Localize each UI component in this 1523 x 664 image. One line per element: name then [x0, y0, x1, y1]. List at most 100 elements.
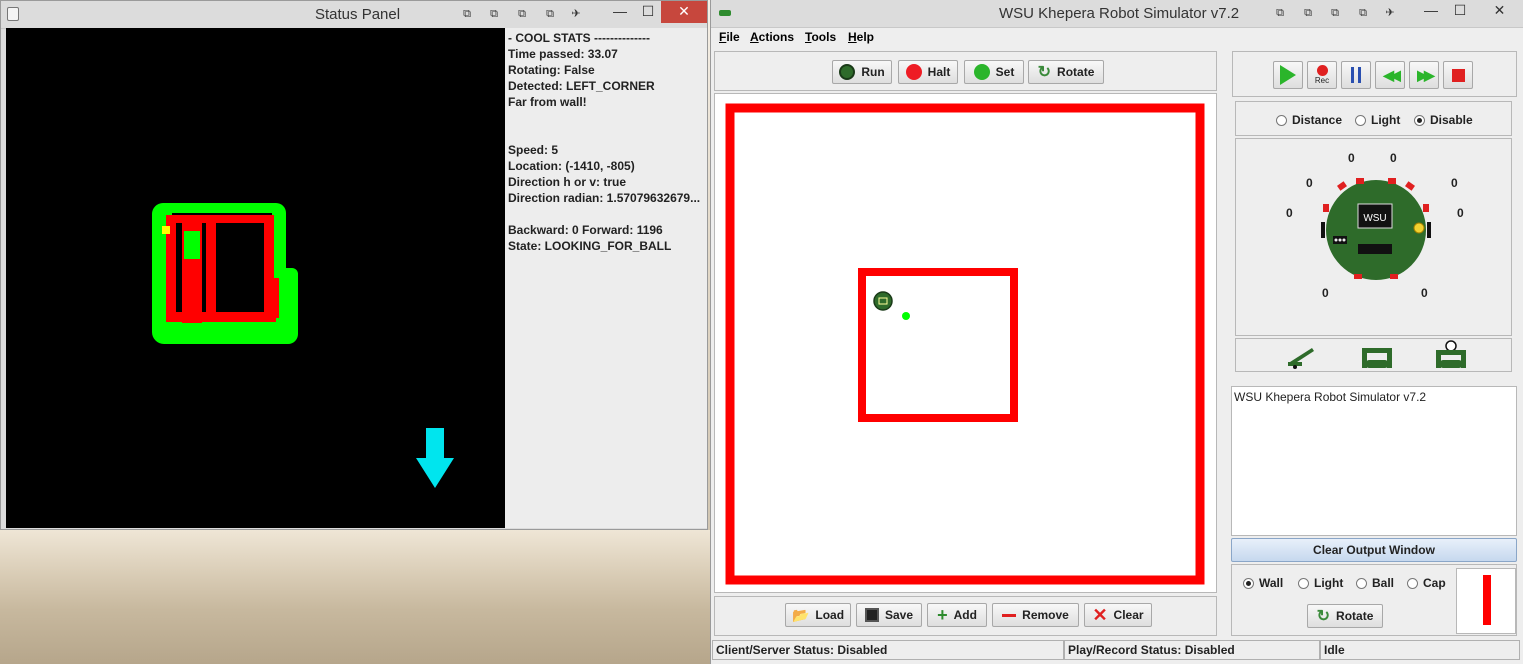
run-button[interactable]: Run — [832, 60, 892, 84]
restore-icon[interactable]: ⧉ — [460, 7, 474, 21]
stop-icon — [1451, 68, 1465, 82]
robot-position-marker — [162, 226, 170, 234]
maximize-button[interactable]: ☐ — [633, 1, 663, 23]
set-button[interactable]: Set — [964, 60, 1024, 84]
minimize-button[interactable]: — — [1416, 0, 1446, 22]
detected-wall — [206, 223, 216, 318]
menu-actions[interactable]: Actions — [750, 30, 794, 44]
load-button[interactable]: 📂 Load — [785, 603, 851, 627]
remove-button[interactable]: Remove — [992, 603, 1079, 627]
simulator-window: WSU Khepera Robot Simulator v7.2 ⧉ ⧉ ⧉ ⧉… — [710, 0, 1523, 664]
robot-icon — [839, 64, 856, 80]
minimize-button[interactable]: — — [605, 1, 635, 23]
stats-line: Direction h or v: true — [508, 175, 627, 189]
menu-tools[interactable]: Tools — [805, 30, 836, 44]
client-server-status: Client/Server Status: Disabled — [712, 640, 1064, 660]
restore-icon[interactable]: ⧉ — [1356, 6, 1370, 20]
pause-button[interactable] — [1341, 61, 1371, 89]
status-panel-title: Status Panel — [315, 6, 401, 23]
go-light-icon — [973, 64, 990, 80]
radio-dot — [1356, 577, 1367, 589]
java-app-icon — [7, 7, 19, 21]
radio-disable[interactable]: Disable — [1414, 113, 1473, 127]
sensor-value: 0 — [1286, 206, 1293, 220]
save-button[interactable]: Save — [856, 603, 922, 627]
radio-distance[interactable]: Distance — [1276, 113, 1342, 127]
stats-line: Direction radian: 1.57079632679... — [508, 191, 701, 205]
radio-wall[interactable]: Wall — [1243, 576, 1283, 590]
restore-icon[interactable]: ⧉ — [515, 7, 529, 21]
restore-icon[interactable]: ⧉ — [1301, 6, 1315, 20]
radio-dot — [1298, 577, 1309, 589]
stats-line: Time passed: 33.07 — [508, 47, 618, 61]
radio-light[interactable]: Light — [1355, 113, 1400, 127]
stats-line: Location: (-1410, -805) — [508, 159, 635, 173]
robot-label: WSU — [1363, 213, 1386, 224]
wall-preview — [1483, 575, 1491, 625]
stop-button[interactable] — [1443, 61, 1473, 89]
sensor-value: 0 — [1348, 151, 1355, 165]
stats-line: Rotating: False — [508, 63, 595, 77]
play-record-status: Play/Record Status: Disabled — [1064, 640, 1320, 660]
close-button[interactable]: ✕ — [661, 1, 707, 23]
record-button[interactable]: Rec — [1307, 61, 1337, 89]
sensor-value: 0 — [1306, 176, 1313, 190]
pause-icon — [1351, 67, 1361, 83]
gripper-open-icon[interactable] — [1360, 342, 1394, 370]
stats-line: Detected: LEFT_CORNER — [508, 79, 655, 93]
fast-forward-button[interactable]: ▶▶ — [1409, 61, 1439, 89]
fast-forward-icon: ▶▶ — [1417, 66, 1434, 83]
simulator-title: WSU Khepera Robot Simulator v7.2 — [999, 5, 1240, 22]
restore-icon[interactable]: ⧉ — [1273, 6, 1287, 20]
rotate-button[interactable]: ↻ Rotate — [1028, 60, 1104, 84]
sensor-value: 0 — [1451, 176, 1458, 190]
status-panel-titlebar[interactable]: Status Panel ⧉ ⧉ ⧉ ⧉ ✈ — ☐ ✕ — [1, 1, 707, 29]
radio-ball[interactable]: Ball — [1356, 576, 1394, 590]
status-panel-window: Status Panel ⧉ ⧉ ⧉ ⧉ ✈ — ☐ ✕ - COOL STAT… — [0, 0, 708, 530]
robot-app-icon — [719, 10, 731, 16]
radio-dot — [1276, 114, 1287, 126]
clear-output-button[interactable]: Clear Output Window — [1231, 538, 1517, 562]
sensor-value: 0 — [1390, 151, 1397, 165]
sensor-diagram: 0 0 0 0 0 0 0 0 WSU — [1235, 138, 1512, 336]
stats-line: Backward: 0 Forward: 1196 — [508, 223, 663, 237]
object-rotate-button[interactable]: ↻ Rotate — [1307, 604, 1383, 628]
record-label: Rec — [1314, 76, 1330, 85]
stats-line — [508, 206, 704, 222]
menu-bar: File Actions Tools Help — [711, 28, 1523, 48]
halt-button[interactable]: Halt — [898, 60, 958, 84]
world-canvas[interactable] — [714, 93, 1217, 593]
clear-button[interactable]: ✕ Clear — [1084, 603, 1152, 627]
output-text: WSU Khepera Robot Simulator v7.2 — [1234, 390, 1427, 404]
rotate-icon: ↻ — [1037, 64, 1052, 81]
play-button[interactable] — [1273, 61, 1303, 89]
close-button[interactable]: ✕ — [1475, 0, 1523, 22]
robot — [873, 291, 893, 311]
menu-help[interactable]: Help — [848, 30, 874, 44]
restore-icon[interactable]: ⧉ — [1328, 6, 1342, 20]
restore-icon[interactable]: ⧉ — [487, 7, 501, 21]
pin-icon[interactable]: ✈ — [1383, 6, 1397, 20]
restore-icon[interactable]: ⧉ — [543, 7, 557, 21]
status-map-canvas — [6, 28, 505, 528]
object-preview — [1456, 568, 1516, 634]
cool-stats-panel: - COOL STATS -------------- Time passed:… — [505, 28, 707, 528]
radio-cap[interactable]: Cap — [1407, 576, 1446, 590]
gripper-ball-icon[interactable] — [1434, 340, 1468, 370]
stats-line — [508, 126, 704, 142]
simulator-titlebar[interactable]: WSU Khepera Robot Simulator v7.2 ⧉ ⧉ ⧉ ⧉… — [711, 0, 1523, 28]
pin-icon[interactable]: ✈ — [569, 7, 583, 21]
output-window[interactable]: WSU Khepera Robot Simulator v7.2 — [1231, 386, 1517, 536]
object-tools-panel: Wall Light Ball Cap ↻ Rotate — [1231, 564, 1517, 636]
rewind-button[interactable]: ◀◀ — [1375, 61, 1405, 89]
gripper-arm-icon[interactable] — [1286, 342, 1318, 370]
detected-wall — [271, 278, 279, 318]
record-icon — [1316, 65, 1328, 76]
sensor-value: 0 — [1457, 206, 1464, 220]
add-button[interactable]: + Add — [927, 603, 987, 627]
radio-light-object[interactable]: Light — [1298, 576, 1343, 590]
maximize-button[interactable]: ☐ — [1445, 0, 1475, 22]
attachment-bar — [1235, 338, 1512, 372]
sensor-value: 0 — [1421, 286, 1428, 300]
menu-file[interactable]: File — [719, 30, 740, 44]
